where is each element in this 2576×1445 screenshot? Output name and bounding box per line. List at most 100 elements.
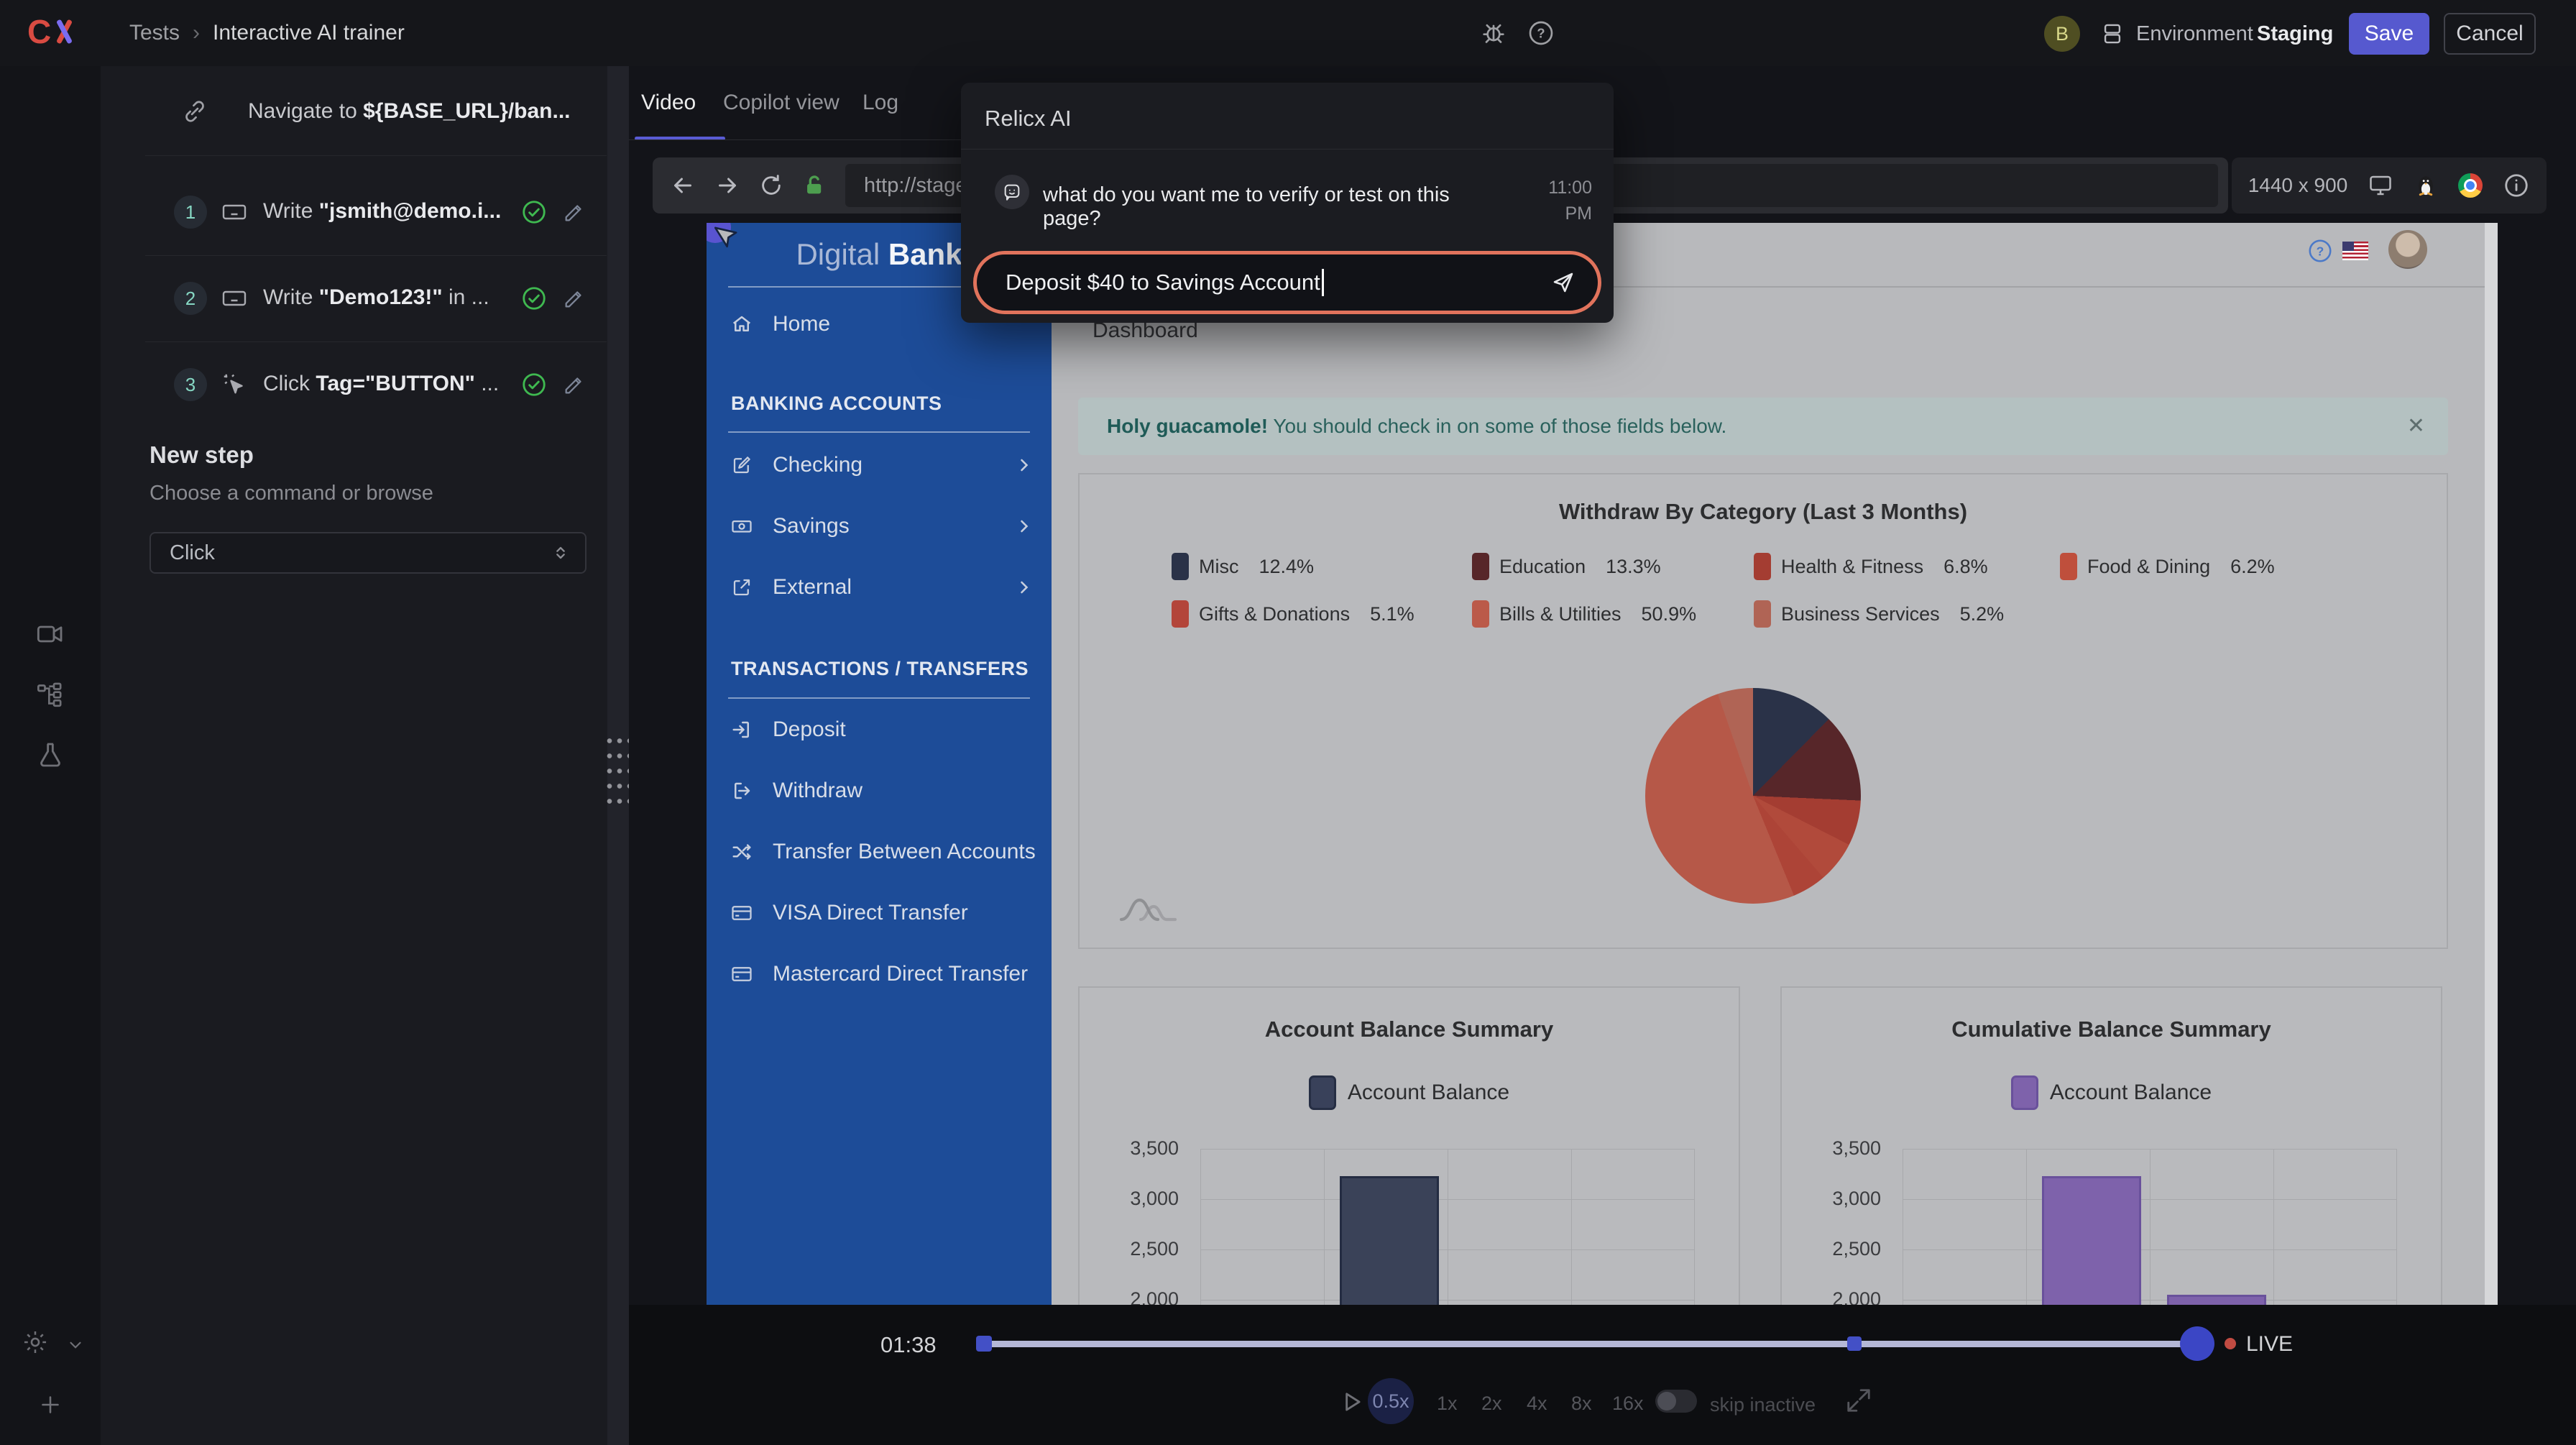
tab-log[interactable]: Log [862, 91, 898, 115]
bank-sidebar: Digital Bank Home BANKING ACCOUNTS Check… [707, 223, 1052, 1305]
step-label: Click Tag="BUTTON" ... [263, 372, 522, 396]
progress-step-marker[interactable] [1847, 1336, 1862, 1351]
edit-pencil-icon[interactable] [562, 200, 586, 224]
withdraw-category-card: Withdraw By Category (Last 3 Months) Mis… [1078, 473, 2448, 949]
legend-swatch [1472, 553, 1489, 580]
alert-banner: Holy guacamole! You should check in on s… [1078, 398, 2448, 455]
tab-video[interactable]: Video [641, 91, 696, 115]
progress-knob[interactable] [2180, 1326, 2214, 1361]
send-icon[interactable] [1550, 270, 1576, 295]
legend-item[interactable]: Business Services5.2% [1754, 598, 2004, 630]
cancel-button[interactable]: Cancel [2444, 13, 2536, 55]
savings-icon [731, 515, 753, 537]
alert-close-icon[interactable]: ✕ [2407, 413, 2425, 439]
test-steps-panel: Navigate to ${BASE_URL}/ban... 1 Write "… [101, 66, 607, 1445]
chevron-down-icon[interactable] [66, 1336, 85, 1354]
bank-help-icon[interactable]: ? [2306, 237, 2334, 265]
chevron-right-icon [1014, 577, 1034, 597]
help-icon[interactable]: ? [1527, 19, 1555, 47]
speed-0.5x-active[interactable]: 0.5x [1368, 1378, 1414, 1424]
legend-item[interactable]: Education13.3% [1472, 551, 1661, 582]
bank-nav-external[interactable]: External [707, 566, 1052, 610]
speed-4x[interactable]: 4x [1527, 1393, 1547, 1415]
progress-start-marker[interactable] [976, 1336, 992, 1352]
bank-transfers-header: TRANSACTIONS / TRANSFERS [731, 658, 1029, 680]
bank-nav-checking[interactable]: Checking [707, 444, 1052, 487]
video-camera-icon[interactable] [36, 620, 65, 648]
legend-swatch [2011, 1075, 2038, 1110]
bar-account-balance [1340, 1176, 1439, 1305]
save-button[interactable]: Save [2349, 13, 2429, 55]
environment-icon [2100, 22, 2125, 46]
dialog-title: Relicx AI [985, 106, 1072, 132]
play-icon[interactable] [1338, 1388, 1365, 1416]
legend-item[interactable]: Health & Fitness6.8% [1754, 551, 1988, 582]
legend-swatch [1309, 1075, 1336, 1110]
assistant-input[interactable]: Deposit $40 to Savings Account [973, 251, 1601, 314]
app-logo: C [27, 16, 75, 47]
bank-user-avatar[interactable] [2388, 230, 2427, 269]
add-plus-icon[interactable] [37, 1392, 63, 1418]
flask-icon[interactable] [36, 740, 65, 769]
legend-swatch [1754, 600, 1771, 628]
progress-track[interactable] [983, 1341, 2199, 1347]
bank-nav-visa-transfer[interactable]: VISA Direct Transfer [707, 892, 1052, 935]
legend-item[interactable]: Bills & Utilities50.9% [1472, 598, 1696, 630]
new-step-title: New step [150, 441, 254, 469]
bank-nav-deposit[interactable]: Deposit [707, 709, 1052, 752]
bar-account-balance-2 [2167, 1295, 2266, 1305]
tab-copilot-view[interactable]: Copilot view [723, 91, 840, 115]
bank-nav-withdraw[interactable]: Withdraw [707, 770, 1052, 813]
svg-text:?: ? [2317, 244, 2324, 258]
info-icon[interactable] [2503, 172, 2530, 199]
svg-text:?: ? [1537, 26, 1545, 41]
skip-inactive-toggle[interactable] [1655, 1390, 1697, 1413]
left-icon-rail [0, 66, 101, 1445]
bank-nav-transfer-between[interactable]: Transfer Between Accounts [707, 831, 1052, 874]
edit-pencil-icon[interactable] [562, 286, 586, 311]
skip-inactive-label: skip inactive [1710, 1394, 1816, 1416]
speed-8x[interactable]: 8x [1571, 1393, 1592, 1415]
flow-tree-icon[interactable] [36, 680, 65, 709]
command-select[interactable]: Click [150, 532, 586, 574]
legend-item[interactable]: Gifts & Donations5.1% [1172, 598, 1414, 630]
speed-2x[interactable]: 2x [1481, 1393, 1502, 1415]
y-tick: 2,500 [1816, 1238, 1881, 1260]
bank-nav-mastercard-transfer[interactable]: Mastercard Direct Transfer [707, 953, 1052, 996]
edit-pencil-icon[interactable] [562, 372, 586, 397]
breadcrumb-tests[interactable]: Tests [129, 21, 180, 45]
chart-legend[interactable]: Account Balance [1782, 1075, 2441, 1110]
browser-forward-icon[interactable] [714, 173, 740, 198]
bug-icon[interactable] [1479, 19, 1508, 47]
playback-time: 01:38 [880, 1332, 937, 1358]
us-flag-icon[interactable] [2342, 242, 2368, 260]
pie-chart-title: Withdraw By Category (Last 3 Months) [1080, 499, 2447, 525]
legend-swatch [1172, 553, 1189, 580]
monitor-icon[interactable] [2368, 173, 2393, 198]
command-select-value: Click [170, 541, 215, 565]
keyboard-icon [221, 199, 247, 225]
video-viewport[interactable]: Digital Bank Home BANKING ACCOUNTS Check… [707, 223, 2498, 1305]
speed-16x[interactable]: 16x [1612, 1393, 1644, 1415]
settings-gear-icon[interactable] [22, 1329, 49, 1356]
withdraw-icon [731, 780, 753, 802]
environment-value[interactable]: Staging [2257, 22, 2333, 46]
browser-back-icon[interactable] [670, 173, 696, 198]
alert-text: Holy guacamole! You should check in on s… [1107, 415, 1726, 438]
user-avatar[interactable]: B [2044, 16, 2080, 52]
legend-item[interactable]: Misc12.4% [1172, 551, 1314, 582]
step-navigate[interactable]: Navigate to ${BASE_URL}/ban... [248, 99, 593, 124]
speed-1x[interactable]: 1x [1437, 1393, 1458, 1415]
expand-fullscreen-icon[interactable] [1845, 1387, 1872, 1414]
assistant-input-value: Deposit $40 to Savings Account [1006, 270, 1320, 295]
viewport-size: 1440 x 900 [2248, 174, 2348, 197]
legend-item[interactable]: Food & Dining6.2% [2060, 551, 2275, 582]
browser-reload-icon[interactable] [759, 173, 783, 198]
step-number: 2 [174, 282, 207, 315]
bank-nav-savings[interactable]: Savings [707, 505, 1052, 549]
deposit-icon [731, 719, 753, 740]
shuffle-icon [731, 841, 753, 863]
page-scrollbar[interactable] [2485, 223, 2498, 1305]
y-tick: 3,500 [1816, 1137, 1881, 1160]
chart-legend[interactable]: Account Balance [1080, 1075, 1739, 1110]
